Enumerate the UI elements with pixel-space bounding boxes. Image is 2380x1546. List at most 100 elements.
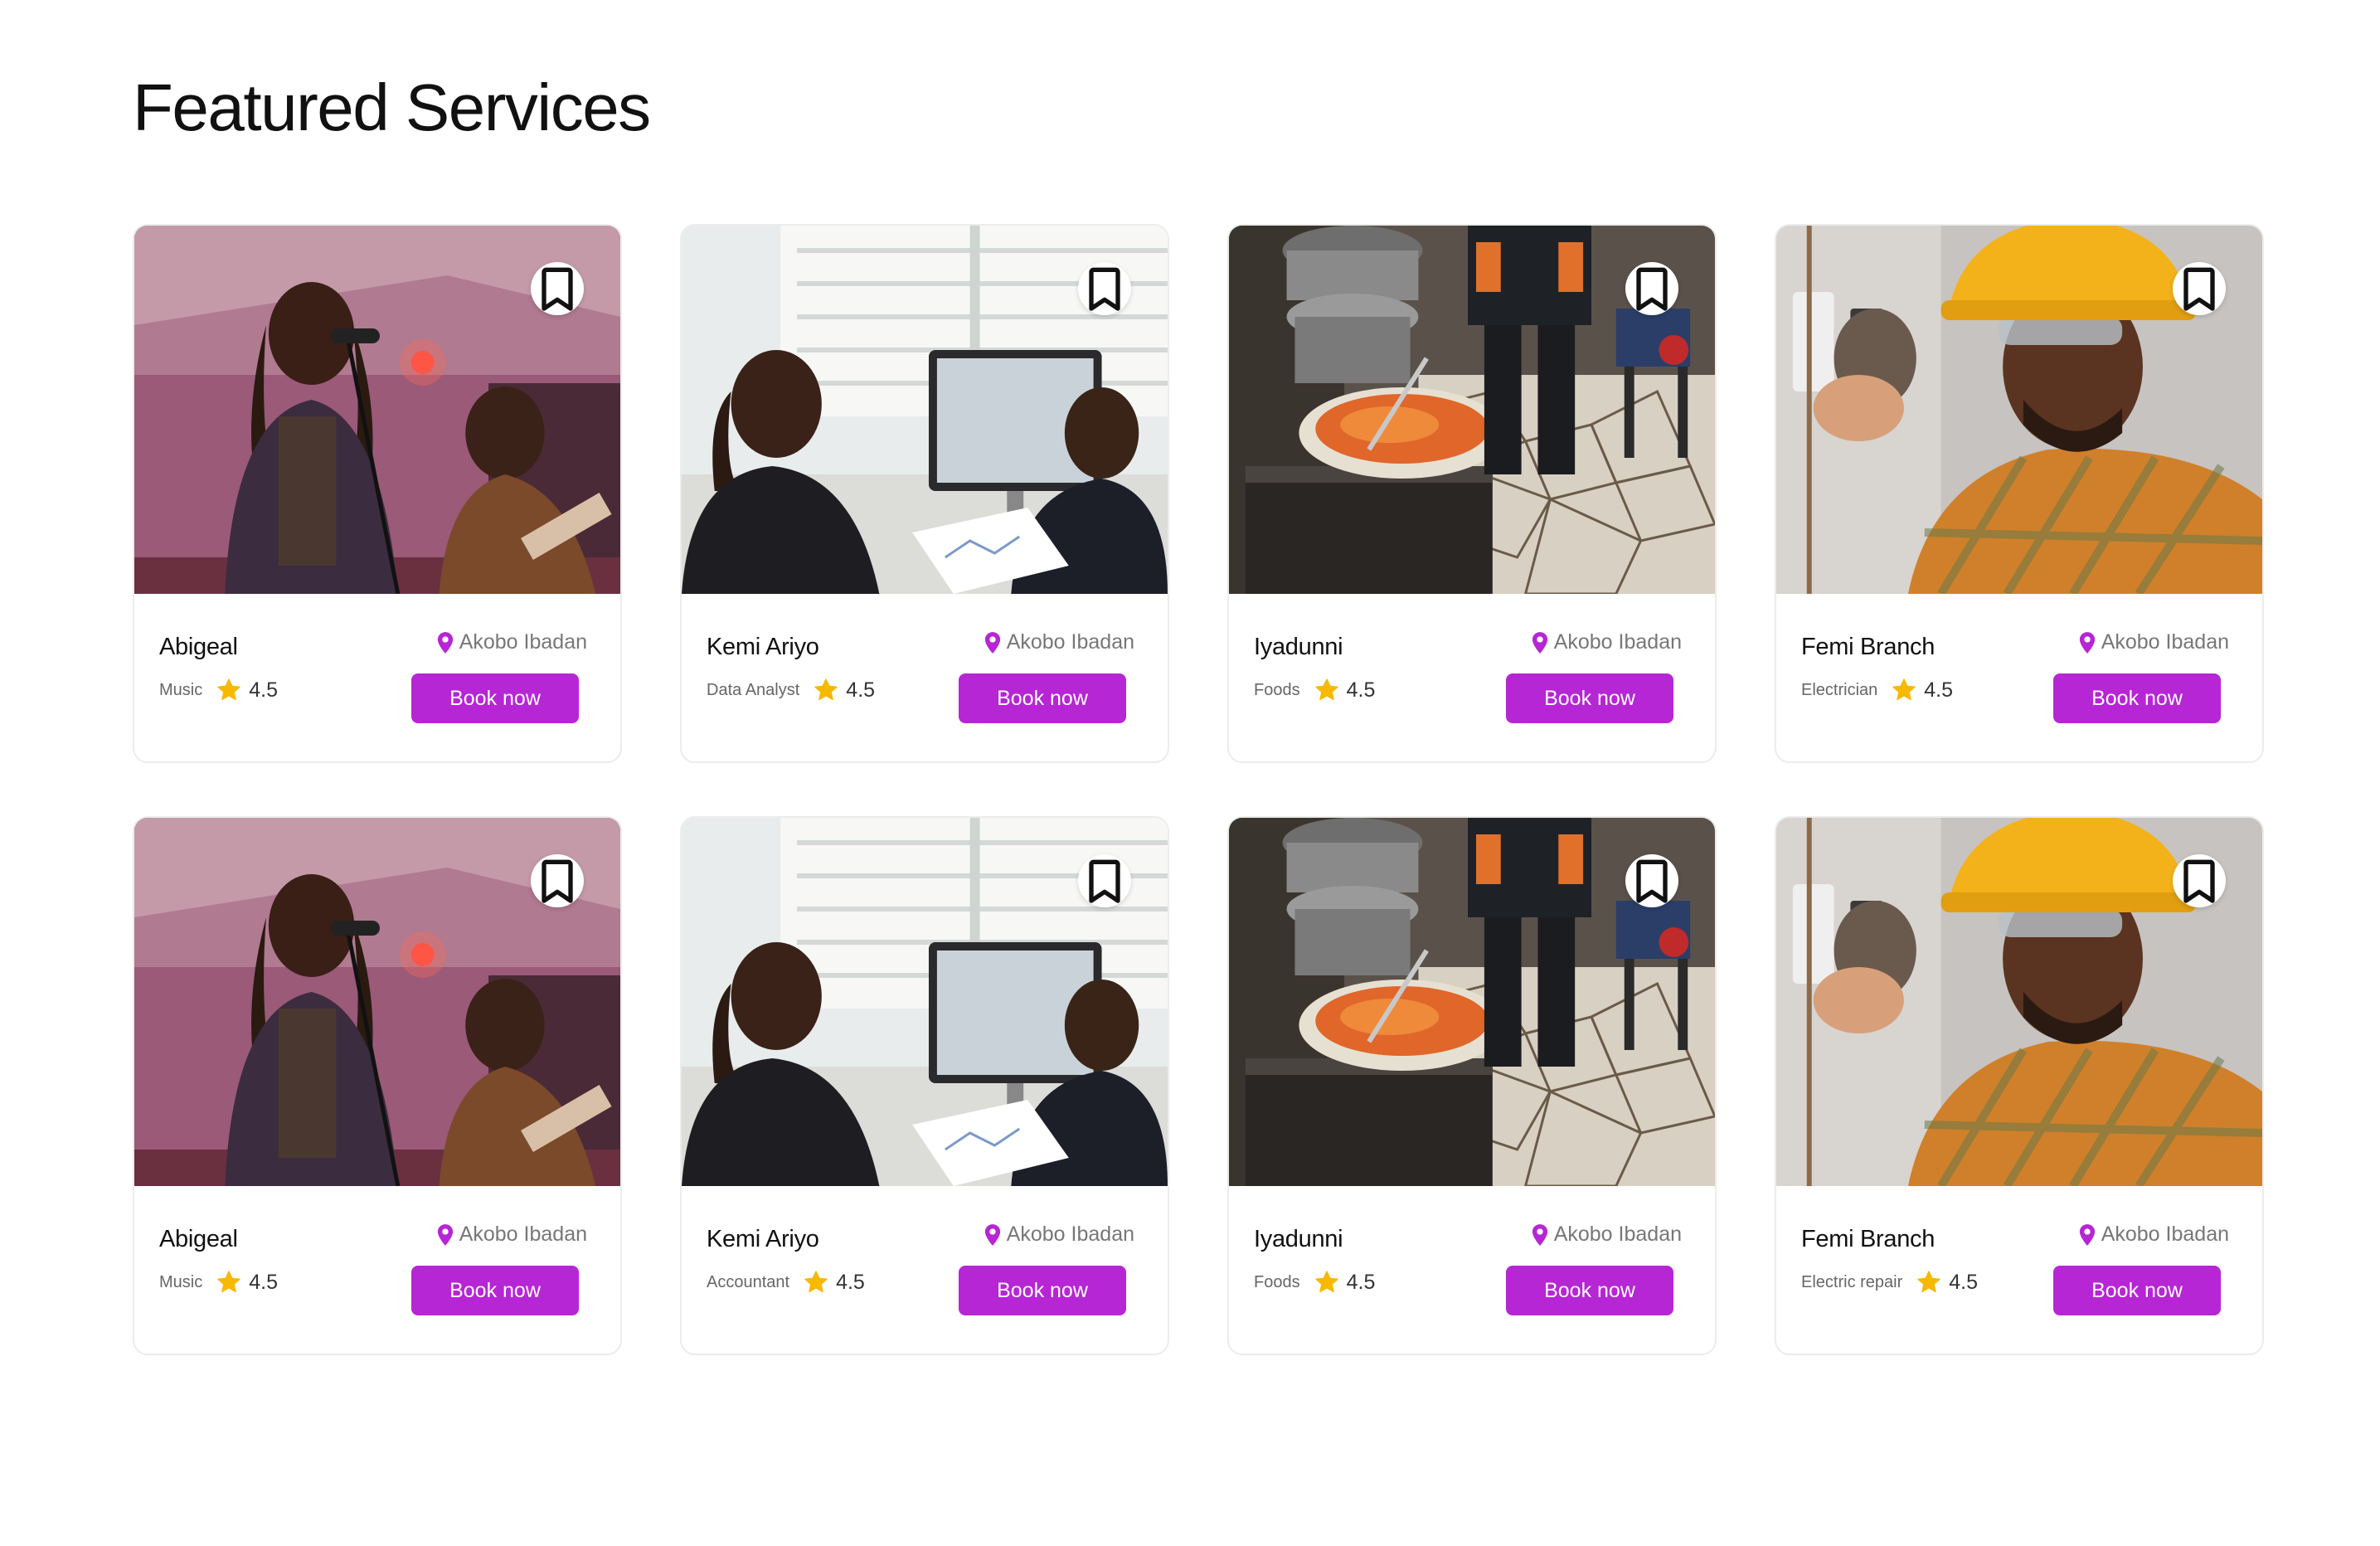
service-image-electrician[interactable] [1776, 226, 2262, 594]
service-card[interactable]: Kemi Ariyo Data Analyst 4.5 Akobo Ibadan… [680, 224, 1169, 763]
book-now-button[interactable]: Book now [959, 1266, 1126, 1315]
card-body: Abigeal Music 4.5 Akobo Ibadan Book now [134, 594, 620, 761]
location: Akobo Ibadan [436, 630, 587, 654]
services-grid: Abigeal Music 4.5 Akobo Ibadan Book now [133, 224, 2264, 1355]
rating-value: 4.5 [1949, 1270, 1979, 1294]
bookmark-button[interactable] [1625, 262, 1678, 315]
location: Akobo Ibadan [984, 1223, 1134, 1247]
provider-name[interactable]: Kemi Ariyo [707, 1226, 819, 1253]
book-now-button[interactable]: Book now [411, 1266, 579, 1315]
provider-name[interactable]: Iyadunni [1254, 1226, 1343, 1253]
card-body: Abigeal Music 4.5 Akobo Ibadan Book now [134, 1186, 620, 1354]
featured-services-page: Featured Services Abigeal Music 4.5 Akob… [0, 0, 2380, 1546]
provider-name[interactable]: Abigeal [159, 1226, 238, 1253]
card-body: Kemi Ariyo Accountant 4.5 Akobo Ibadan B… [682, 1186, 1168, 1354]
location-pin-icon [2078, 631, 2096, 654]
bookmark-button[interactable] [531, 262, 584, 315]
provider-name[interactable]: Femi Branch [1801, 634, 1935, 661]
rating-value: 4.5 [1346, 1270, 1376, 1294]
provider-name[interactable]: Femi Branch [1801, 1226, 1935, 1253]
provider-name[interactable]: Kemi Ariyo [707, 634, 819, 661]
bookmark-icon [531, 262, 584, 315]
bookmark-button[interactable] [1078, 854, 1131, 907]
book-now-button[interactable]: Book now [1506, 673, 1673, 723]
book-now-button[interactable]: Book now [2053, 1266, 2221, 1315]
service-category: Data Analyst [707, 680, 800, 699]
service-image-singer[interactable] [134, 226, 620, 594]
service-card[interactable]: Femi Branch Electrician 4.5 Akobo Ibadan… [1775, 224, 2264, 763]
star-icon [216, 677, 242, 703]
star-icon [1891, 677, 1917, 703]
location: Akobo Ibadan [2078, 630, 2229, 654]
book-now-button[interactable]: Book now [1506, 1266, 1673, 1315]
location-pin-icon [1531, 631, 1549, 654]
location: Akobo Ibadan [2078, 1223, 2229, 1247]
rating-value: 4.5 [249, 678, 278, 702]
service-image-electrician[interactable] [1776, 818, 2262, 1186]
location-text: Akobo Ibadan [1006, 1223, 1134, 1246]
location-pin-icon [984, 1223, 1002, 1247]
bookmark-icon [531, 854, 584, 907]
location-text: Akobo Ibadan [2101, 1223, 2229, 1246]
provider-name[interactable]: Iyadunni [1254, 634, 1343, 661]
location-text: Akobo Ibadan [1006, 630, 1134, 654]
meta-row: Foods 4.5 [1254, 677, 1375, 703]
service-category: Accountant [707, 1272, 790, 1291]
book-now-button[interactable]: Book now [2053, 673, 2221, 723]
service-category: Electric repair [1801, 1272, 1903, 1291]
location-text: Akobo Ibadan [1553, 1223, 1682, 1246]
meta-row: Accountant 4.5 [707, 1269, 865, 1296]
bookmark-icon [2173, 854, 2226, 907]
service-card[interactable]: Iyadunni Foods 4.5 Akobo Ibadan Book now [1227, 224, 1717, 763]
location: Akobo Ibadan [1531, 630, 1682, 654]
service-card[interactable]: Abigeal Music 4.5 Akobo Ibadan Book now [133, 224, 622, 763]
meta-row: Electric repair 4.5 [1801, 1269, 1978, 1296]
book-now-button[interactable]: Book now [959, 673, 1126, 723]
service-image-singer[interactable] [134, 818, 620, 1186]
card-body: Femi Branch Electrician 4.5 Akobo Ibadan… [1776, 594, 2262, 761]
bookmark-icon [2173, 262, 2226, 315]
star-icon [216, 1269, 242, 1296]
meta-row: Data Analyst 4.5 [707, 677, 875, 703]
location-text: Akobo Ibadan [459, 1223, 587, 1246]
bookmark-button[interactable] [1078, 262, 1131, 315]
location-pin-icon [1531, 1223, 1549, 1247]
provider-name[interactable]: Abigeal [159, 634, 238, 661]
meta-row: Music 4.5 [159, 677, 278, 703]
card-body: Femi Branch Electric repair 4.5 Akobo Ib… [1776, 1186, 2262, 1354]
rating-value: 4.5 [1346, 678, 1376, 702]
service-image-cooking[interactable] [1229, 226, 1715, 594]
service-image-office[interactable] [682, 818, 1168, 1186]
card-body: Iyadunni Foods 4.5 Akobo Ibadan Book now [1229, 1186, 1715, 1354]
service-category: Foods [1254, 680, 1300, 699]
bookmark-icon [1078, 262, 1131, 315]
rating-value: 4.5 [1924, 678, 1954, 702]
bookmark-button[interactable] [2173, 262, 2226, 315]
service-image-office[interactable] [682, 226, 1168, 594]
bookmark-button[interactable] [1625, 854, 1678, 907]
bookmark-icon [1625, 262, 1678, 315]
service-card[interactable]: Femi Branch Electric repair 4.5 Akobo Ib… [1775, 816, 2264, 1355]
location: Akobo Ibadan [984, 630, 1134, 654]
page-title: Featured Services [133, 70, 651, 144]
bookmark-button[interactable] [2173, 854, 2226, 907]
meta-row: Electrician 4.5 [1801, 677, 1953, 703]
book-now-button[interactable]: Book now [411, 673, 579, 723]
service-category: Music [159, 680, 203, 699]
service-card[interactable]: Iyadunni Foods 4.5 Akobo Ibadan Book now [1227, 816, 1717, 1355]
location: Akobo Ibadan [436, 1223, 587, 1247]
card-body: Kemi Ariyo Data Analyst 4.5 Akobo Ibadan… [682, 594, 1168, 761]
location-pin-icon [2078, 1223, 2096, 1247]
star-icon [813, 677, 839, 703]
service-card[interactable]: Kemi Ariyo Accountant 4.5 Akobo Ibadan B… [680, 816, 1169, 1355]
service-category: Electrician [1801, 680, 1878, 699]
rating-value: 4.5 [846, 678, 876, 702]
star-icon [1314, 677, 1340, 703]
rating-value: 4.5 [249, 1270, 278, 1294]
service-category: Foods [1254, 1272, 1300, 1291]
location-text: Akobo Ibadan [1553, 630, 1682, 654]
service-card[interactable]: Abigeal Music 4.5 Akobo Ibadan Book now [133, 816, 622, 1355]
service-image-cooking[interactable] [1229, 818, 1715, 1186]
bookmark-button[interactable] [531, 854, 584, 907]
rating-value: 4.5 [836, 1270, 865, 1294]
